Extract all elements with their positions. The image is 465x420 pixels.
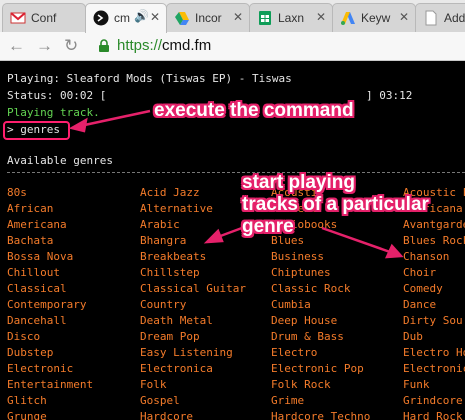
genre-item[interactable]: African <box>7 202 53 215</box>
genre-item[interactable]: Folk <box>140 378 167 391</box>
genre-item[interactable]: Classic Rock <box>271 282 350 295</box>
tab-title: cm <box>114 11 130 25</box>
genre-item[interactable]: Alternative <box>140 202 213 215</box>
google-drive-icon <box>175 12 189 25</box>
genre-item[interactable]: Bhangra <box>140 234 186 247</box>
genre-item[interactable]: Breakbeats <box>140 250 206 263</box>
status-duration: ] 03:12 <box>366 89 413 102</box>
annotation-execute: execute the command <box>154 100 354 121</box>
genre-item[interactable]: Dubstep <box>7 346 53 359</box>
tab-drive[interactable]: Incor ✕ <box>166 3 250 32</box>
genre-item[interactable]: Chillout <box>7 266 60 279</box>
close-tab-icon[interactable]: ✕ <box>316 10 326 24</box>
genre-item[interactable]: Dream Pop <box>140 330 200 343</box>
genre-item[interactable]: Dance <box>403 298 436 311</box>
genre-item[interactable]: Disco <box>7 330 40 343</box>
genre-item[interactable]: Classical Guitar <box>140 282 246 295</box>
tab-title: Incor <box>195 11 222 25</box>
gmail-icon <box>10 12 26 24</box>
tab-keywords[interactable]: Keyw ✕ <box>332 3 416 32</box>
google-ads-icon <box>341 12 355 25</box>
genre-item[interactable]: Glitch <box>7 394 47 407</box>
genre-item[interactable]: Easy Listening <box>140 346 233 359</box>
close-tab-icon[interactable]: ✕ <box>150 10 160 24</box>
address-bar[interactable]: https://cmd.fm <box>117 37 211 54</box>
genre-item[interactable]: Electronic <box>403 362 465 375</box>
close-tab-icon[interactable]: ✕ <box>233 10 243 24</box>
genre-item[interactable]: Americana <box>7 218 67 231</box>
genre-item[interactable]: Hardcore Techno <box>271 410 370 420</box>
genre-item[interactable]: 80s <box>7 186 27 199</box>
back-icon[interactable]: ← <box>8 35 25 57</box>
genre-item[interactable]: Comedy <box>403 282 443 295</box>
genre-item[interactable]: Acid Jazz <box>140 186 200 199</box>
genre-item[interactable]: Funk <box>403 378 430 391</box>
genre-item[interactable]: Folk Rock <box>271 378 331 391</box>
tab-add[interactable]: Add <box>415 3 465 32</box>
url-host: cmd.fm <box>162 37 212 54</box>
genre-item[interactable]: Country <box>140 298 186 311</box>
genre-item[interactable]: Dirty Sou <box>403 314 463 327</box>
tab-title: Conf <box>31 11 57 25</box>
genre-item[interactable]: Chillstep <box>140 266 200 279</box>
genre-item[interactable]: Electronic Pop <box>271 362 364 375</box>
genre-item[interactable]: Chanson <box>403 250 449 263</box>
tab-gmail[interactable]: Conf <box>2 3 86 32</box>
status-line: Status: 00:02 [ <box>7 89 107 102</box>
genre-item[interactable]: Electro Ho <box>403 346 465 359</box>
genre-item[interactable]: Grime <box>271 394 304 407</box>
genre-item[interactable]: Gospel <box>140 394 180 407</box>
command-prompt[interactable]: > genres <box>7 123 60 136</box>
close-tab-icon[interactable]: ✕ <box>399 10 409 24</box>
lock-icon <box>99 39 109 52</box>
tab-title: Laxn <box>278 11 305 25</box>
genre-item[interactable]: Dancehall <box>7 314 67 327</box>
genre-item[interactable]: Arabic <box>140 218 180 231</box>
section-title: Available genres <box>7 154 113 167</box>
tab-title: Add <box>444 11 465 25</box>
genre-item[interactable]: Chiptunes <box>271 266 331 279</box>
terminal-icon <box>93 10 109 26</box>
genre-item[interactable]: Deep House <box>271 314 337 327</box>
forward-icon[interactable]: → <box>36 35 53 57</box>
google-sheets-icon <box>259 11 271 25</box>
genre-item[interactable]: Death Metal <box>140 314 213 327</box>
genre-item[interactable]: Dub <box>403 330 423 343</box>
genre-item[interactable]: Contemporary <box>7 298 86 311</box>
genre-item[interactable]: Cumbia <box>271 298 311 311</box>
genre-item[interactable]: Bossa Nova <box>7 250 73 263</box>
genre-item[interactable]: Grindcore <box>403 394 463 407</box>
genre-item[interactable]: Drum & Bass <box>271 330 344 343</box>
speaker-icon[interactable]: 🔊 <box>134 9 149 23</box>
tab-sheets[interactable]: Laxn ✕ <box>249 3 333 32</box>
page-icon <box>425 10 437 26</box>
genre-item[interactable]: Entertainment <box>7 378 93 391</box>
genre-item[interactable]: Classical <box>7 282 67 295</box>
genre-item[interactable]: Hardcore <box>140 410 193 420</box>
genre-item[interactable]: Electronica <box>140 362 213 375</box>
browser-toolbar: ← → ↻ https://cmd.fm <box>0 32 465 61</box>
genre-item[interactable]: Business <box>271 250 324 263</box>
now-playing-line: Playing: Sleaford Mods (Tiswas EP) - Tis… <box>7 72 292 85</box>
genre-item[interactable]: Grunge <box>7 410 47 420</box>
genre-item[interactable]: Choir <box>403 266 436 279</box>
genre-item[interactable]: Hard Rock <box>403 410 463 420</box>
annotation-start-playing: start playing tracks of a particular gen… <box>242 172 429 237</box>
notice-line: Playing track. <box>7 106 100 119</box>
genre-item[interactable]: Electronic <box>7 362 73 375</box>
genre-item[interactable]: Electro <box>271 346 317 359</box>
url-scheme: https:// <box>117 37 163 54</box>
tab-strip: Conf cm 🔊 ✕ Incor ✕ Laxn ✕ Keyw ✕ Add <box>0 0 465 33</box>
genre-item[interactable]: Bachata <box>7 234 53 247</box>
tab-cmd-fm[interactable]: cm 🔊 ✕ <box>85 3 167 33</box>
reload-icon[interactable]: ↻ <box>64 35 78 57</box>
tab-title: Keyw <box>361 11 391 25</box>
